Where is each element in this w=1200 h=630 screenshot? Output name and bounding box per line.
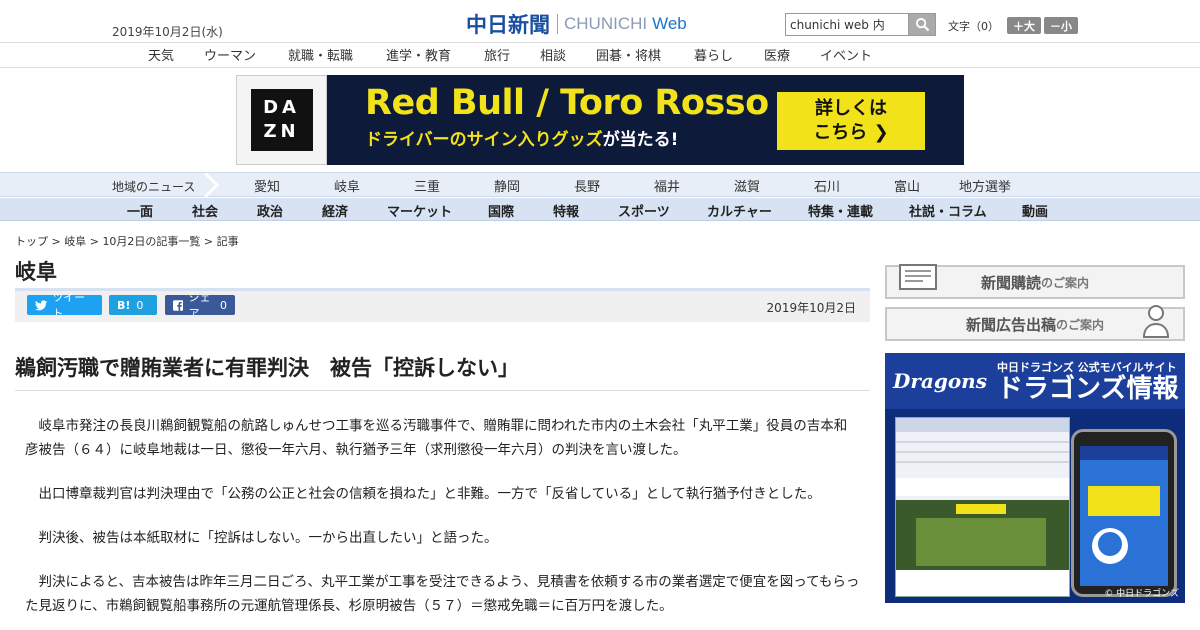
article-paragraph: 出口博章裁判官は判決理由で「公務の公正と社会の信頼を損ねた」と非難。一方で「反省… — [38, 486, 821, 502]
font-smaller-button[interactable]: －小 — [1044, 17, 1078, 34]
category-nav-item[interactable]: スポーツ — [618, 201, 670, 220]
article-paragraph: 判決によると、吉本被告は昨年三月二日ごろ、丸平工業が工事を受注できるよう、見積書… — [25, 574, 860, 614]
font-size-control: 文字（0） ＋大 －小 — [948, 17, 1078, 34]
scoreboard-graphic — [896, 418, 1069, 596]
mascot-graphic — [1080, 446, 1168, 564]
region-nav-item[interactable]: 石川 — [814, 176, 840, 195]
advertising-info-button[interactable]: 新聞広告出稿 のご案内 — [885, 305, 1185, 341]
search-input[interactable] — [785, 13, 908, 36]
service-nav-item[interactable]: 医療 — [764, 45, 790, 64]
chevron-right-icon — [203, 173, 220, 197]
breadcrumb-list-link[interactable]: 10月2日の記事一覧 — [102, 235, 200, 248]
share-bar: ツイート B! 0 シェア 0 2019年10月2日 — [15, 288, 870, 322]
site-header: 2019年10月2日(水) 中日新聞 CHUNICHI Web 文字（0） ＋大… — [0, 0, 1200, 43]
site-search — [785, 13, 936, 36]
font-larger-button[interactable]: ＋大 — [1007, 17, 1041, 34]
service-nav-item[interactable]: イベント — [820, 45, 872, 64]
region-nav-label: 地域のニュース — [112, 180, 196, 194]
breadcrumb-top-link[interactable]: トップ — [15, 235, 48, 248]
search-icon — [915, 17, 929, 32]
facebook-share-button[interactable]: シェア 0 — [165, 291, 235, 320]
hatena-icon: B! — [117, 298, 131, 312]
article-headline: 鵜飼汚職で贈賄業者に有罪判決 被告「控訴しない」 — [15, 356, 519, 380]
dragons-copyright: © 中日ドラゴンズ — [1104, 589, 1179, 599]
dragons-ad-header: Dragons 中日ドラゴンズ 公式モバイルサイト ドラゴンズ情報 — [885, 353, 1185, 409]
category-nav-item[interactable]: 特報 — [553, 201, 579, 220]
service-nav-item[interactable]: 相談 — [540, 45, 566, 64]
headline-divider — [15, 390, 870, 391]
region-nav-item[interactable]: 富山 — [894, 176, 920, 195]
service-nav: 天気 ウーマン 就職・転職 進学・教育 旅行 相談 囲碁・将棋 暮らし 医療 イ… — [0, 43, 1200, 68]
region-nav-item[interactable]: 岐阜 — [334, 176, 360, 195]
hatena-bookmark-button[interactable]: B! 0 — [109, 295, 157, 315]
category-nav-item[interactable]: 特集・連載 — [808, 201, 873, 220]
dragons-ad-tagline: 中日ドラゴンズ 公式モバイルサイト — [996, 361, 1177, 374]
category-nav-item[interactable]: 国際 — [488, 201, 514, 220]
article-body: 岐阜市発注の長良川鵜飼観覧船の航路しゅんせつ工事を巡る汚職事件で、贈賄罪に問われ… — [25, 414, 860, 630]
service-nav-item[interactable]: 旅行 — [484, 45, 510, 64]
service-nav-item[interactable]: 天気 — [148, 45, 174, 64]
article-date: 2019年10月2日 — [766, 301, 856, 315]
scoreboard-screenshot — [895, 417, 1070, 597]
region-nav-item[interactable]: 長野 — [574, 176, 600, 195]
dragons-ad-title: ドラゴンズ情報 — [996, 374, 1179, 404]
logo-japanese: 中日新聞 — [466, 13, 550, 37]
category-nav-item[interactable]: 政治 — [257, 201, 283, 220]
header-date: 2019年10月2日(水) — [112, 25, 223, 39]
dazn-logo-mark: DAZN — [250, 89, 313, 151]
category-nav-item[interactable]: カルチャー — [707, 201, 772, 220]
breadcrumb: トップ > 岐阜 > 10月2日の記事一覧 > 記事 — [15, 235, 239, 248]
category-nav-item[interactable]: 社会 — [192, 201, 218, 220]
service-nav-item[interactable]: 就職・転職 — [288, 45, 353, 64]
category-nav-item[interactable]: マーケット — [387, 201, 452, 220]
region-nav-item[interactable]: 福井 — [654, 176, 680, 195]
banner-cta-button[interactable]: 詳しくは こちら ❯ — [777, 92, 925, 150]
region-nav-item[interactable]: 愛知 — [254, 176, 280, 195]
search-button[interactable] — [908, 13, 936, 36]
facebook-icon — [173, 299, 184, 311]
person-icon — [1142, 305, 1170, 338]
article-paragraph: 岐阜市発注の長良川鵜飼観覧船の航路しゅんせつ工事を巡る汚職事件で、贈賄罪に問われ… — [25, 418, 848, 458]
region-nav-item[interactable]: 滋賀 — [734, 176, 760, 195]
region-nav-item[interactable]: 三重 — [414, 176, 440, 195]
article-paragraph: 判決後、被告は本紙取材に「控訴はしない。一から出直したい」と語った。 — [38, 530, 498, 546]
logo-web: Web — [652, 14, 687, 33]
twitter-bird-icon — [35, 299, 48, 310]
category-nav: 一面 社会 政治 経済 マーケット 国際 特報 スポーツ カルチャー 特集・連載… — [0, 198, 1200, 221]
banner-ad[interactable]: DAZN Red Bull / Toro Rosso ドライバーのサイン入りグッ… — [236, 75, 964, 165]
logo-english: CHUNICHI — [564, 14, 648, 33]
tweet-button[interactable]: ツイート — [27, 291, 102, 320]
dragons-logo: Dragons — [893, 369, 987, 393]
facebook-count: 0 — [220, 298, 227, 312]
subscription-info-button[interactable]: 新聞購読 のご案内 — [885, 264, 1185, 299]
dazn-logo: DAZN — [236, 75, 327, 165]
service-nav-item[interactable]: 進学・教育 — [386, 45, 451, 64]
site-logo[interactable]: 中日新聞 CHUNICHI Web — [466, 9, 687, 39]
category-nav-item[interactable]: 一面 — [127, 201, 153, 220]
region-nav-item[interactable]: 地方選挙 — [959, 176, 1011, 195]
font-size-label: 文字（0） — [948, 19, 999, 33]
section-title: 岐阜 — [15, 260, 57, 284]
breadcrumb-current: 記事 — [216, 235, 239, 248]
newspaper-icon — [899, 264, 937, 290]
logo-divider — [557, 14, 558, 34]
breadcrumb-region-link[interactable]: 岐阜 — [64, 235, 86, 248]
service-nav-item[interactable]: 囲碁・将棋 — [596, 45, 661, 64]
category-nav-item[interactable]: 社説・コラム — [909, 201, 987, 220]
service-nav-item[interactable]: ウーマン — [204, 45, 256, 64]
hatena-count: 0 — [136, 298, 144, 312]
category-nav-item[interactable]: 経済 — [322, 201, 348, 220]
dragons-mobile-ad[interactable]: Dragons 中日ドラゴンズ 公式モバイルサイト ドラゴンズ情報 © 中日ドラ… — [885, 353, 1185, 603]
region-nav: 地域のニュース 愛知 岐阜 三重 静岡 長野 福井 滋賀 石川 富山 地方選挙 — [0, 172, 1200, 197]
phone-mockup — [1071, 429, 1177, 597]
category-nav-item[interactable]: 動画 — [1022, 201, 1048, 220]
region-nav-item[interactable]: 静岡 — [494, 176, 520, 195]
service-nav-item[interactable]: 暮らし — [694, 45, 733, 64]
